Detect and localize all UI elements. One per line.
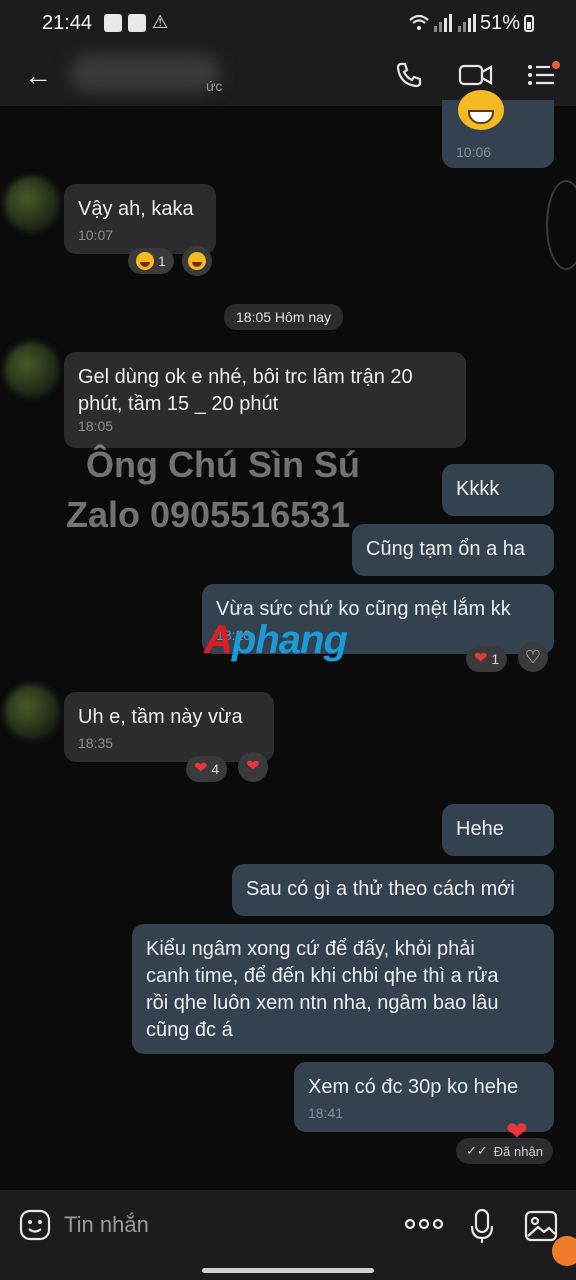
message-text: Sau có gì a thử theo cách mới — [246, 878, 515, 900]
message-text: Cũng tạm ổn a ha — [366, 538, 525, 560]
delivery-status: ✓✓ Đã nhận — [456, 1138, 553, 1164]
reaction-count[interactable]: 1 — [128, 248, 174, 274]
watermark-logo-part: A — [204, 618, 233, 662]
contact-status: ức — [206, 78, 223, 94]
heart-icon: ❤ — [194, 760, 208, 777]
date-separator: 18:05 Hôm nay — [224, 304, 343, 330]
watermark-text: Zalo 0905516531 — [66, 494, 351, 535]
reaction-count[interactable]: ❤ 1 — [466, 646, 508, 672]
message-text: Xem có đc 30p ko hehe — [308, 1076, 519, 1098]
message-text: Kkkk — [456, 478, 500, 500]
watermark-text: Ông Chú Sìn Sú — [86, 444, 360, 485]
message-outgoing[interactable]: Hehe — [442, 804, 554, 856]
battery-percent: 51% — [479, 12, 520, 34]
message-input-bar: Tin nhắn — [0, 1190, 576, 1280]
watermark-logo: Aphang — [204, 618, 348, 663]
status-bar: 21:44 ⚠ 51% — [0, 0, 576, 48]
message-time: 18:35 — [78, 735, 114, 751]
add-reaction-button[interactable] — [182, 246, 212, 276]
watermark-logo-part: phang — [231, 618, 348, 662]
check-notification-icon — [128, 14, 146, 32]
heart-outline-icon: ♡ — [524, 646, 542, 667]
message-input[interactable]: Tin nhắn — [64, 1212, 149, 1238]
signal-1-icon — [434, 14, 452, 32]
avatar[interactable] — [4, 176, 60, 232]
message-time: 18:05 — [78, 418, 114, 434]
laughing-face-icon — [188, 252, 206, 270]
add-reaction-button[interactable]: ❤ — [238, 752, 268, 782]
message-time: 10:06 — [456, 144, 492, 160]
message-incoming[interactable]: Gel dùng ok e nhé, bôi trc lâm trận 20 p… — [64, 352, 466, 448]
battery-icon — [524, 15, 534, 32]
video-call-icon[interactable] — [458, 60, 494, 90]
microphone-icon[interactable] — [470, 1208, 494, 1244]
avatar[interactable] — [4, 342, 60, 398]
reaction-count-number: 1 — [158, 253, 166, 269]
message-outgoing[interactable]: Sau có gì a thử theo cách mới — [232, 864, 554, 916]
message-outgoing[interactable]: Kiểu ngâm xong cứ để đấy, khỏi phải canh… — [132, 924, 554, 1054]
wifi-icon — [409, 14, 429, 30]
more-options-icon[interactable] — [404, 1216, 444, 1232]
phone-icon[interactable] — [394, 60, 424, 90]
delivery-status-text: Đã nhận — [493, 1143, 543, 1159]
floating-app-icon[interactable] — [552, 1236, 576, 1266]
message-text: Hehe — [456, 818, 504, 840]
sticker-icon[interactable] — [18, 1208, 52, 1242]
reaction-count-number: 4 — [211, 761, 220, 777]
back-arrow-icon[interactable]: ← — [24, 62, 52, 90]
message-outgoing[interactable]: Kkkk — [442, 464, 554, 516]
warning-icon: ⚠ — [152, 12, 169, 32]
message-time: 10:07 — [78, 227, 114, 243]
message-outgoing[interactable]: Cũng tạm ổn a ha — [352, 524, 554, 576]
image-icon[interactable] — [524, 1210, 558, 1242]
message-text: Vậy ah, kaka — [78, 198, 194, 220]
signal-2-icon — [458, 14, 476, 32]
gallery-notification-icon — [104, 14, 122, 32]
heart-icon: ❤ — [474, 650, 488, 667]
contact-name[interactable] — [70, 54, 220, 92]
add-reaction-button[interactable]: ♡ — [518, 642, 548, 672]
message-incoming[interactable]: Vậy ah, kaka 10:07 — [64, 184, 216, 254]
reaction-count[interactable]: ❤ 4 — [186, 756, 228, 782]
home-indicator — [202, 1268, 374, 1273]
heart-icon: ❤ — [246, 758, 260, 775]
menu-list-icon[interactable] — [526, 60, 560, 90]
message-incoming[interactable]: Uh e, tầm này vừa 18:35 — [64, 692, 274, 762]
laughing-face-icon — [136, 252, 154, 270]
scroll-indicator[interactable] — [546, 180, 576, 270]
reaction-count-number: 1 — [491, 651, 500, 667]
message-text: Uh e, tầm này vừa — [78, 706, 243, 728]
status-time: 21:44 — [42, 12, 93, 34]
double-check-icon: ✓✓ — [466, 1143, 488, 1158]
message-text: Gel dùng ok e nhé, bôi trc lâm trận 20 p… — [78, 366, 413, 415]
message-outgoing[interactable]: 10:06 — [442, 90, 554, 168]
grinning-face-icon — [458, 90, 504, 130]
avatar[interactable] — [4, 684, 60, 740]
message-text: Kiểu ngâm xong cứ để đấy, khỏi phải canh… — [146, 938, 499, 1041]
